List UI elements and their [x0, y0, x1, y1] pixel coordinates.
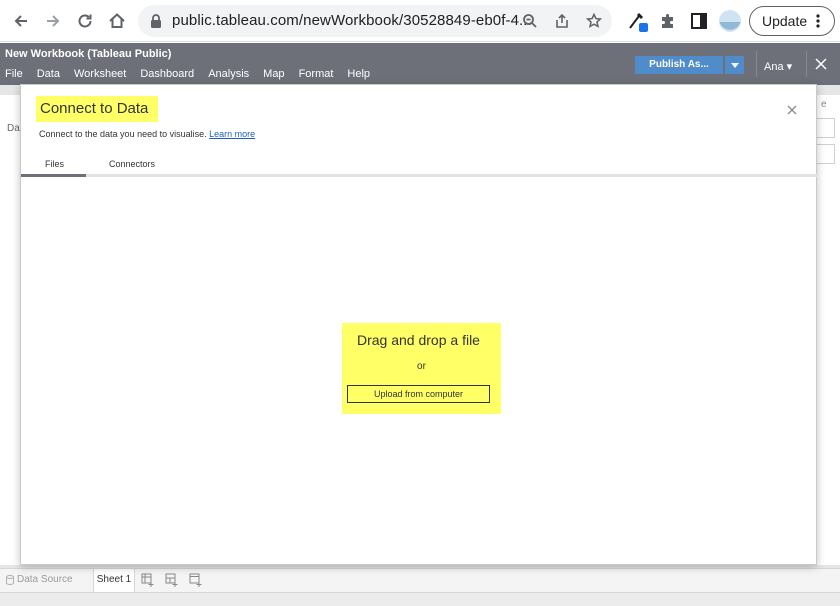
- zoom-icon[interactable]: [520, 11, 540, 31]
- menu-analysis[interactable]: Analysis: [208, 68, 249, 82]
- url-text[interactable]: public.tableau.com/newWorkbook/30528849-…: [172, 12, 532, 29]
- file-drop-zone[interactable]: Drag and drop a file or Upload from comp…: [342, 323, 501, 414]
- dialog-subtitle: Connect to the data you need to visualis…: [39, 129, 255, 139]
- menu-dashboard[interactable]: Dashboard: [140, 68, 194, 82]
- menu-worksheet[interactable]: Worksheet: [74, 68, 126, 82]
- menu-help[interactable]: Help: [347, 68, 370, 82]
- sidepanel-icon[interactable]: [687, 9, 711, 33]
- right-pane-field: [817, 144, 835, 164]
- lock-icon[interactable]: [146, 11, 166, 31]
- home-icon[interactable]: [104, 8, 130, 34]
- profile-avatar-icon[interactable]: [718, 9, 742, 33]
- right-pane-label: e: [821, 99, 827, 110]
- tab-connectors[interactable]: Connectors: [109, 159, 155, 169]
- app-title: New Workbook (Tableau Public): [5, 48, 172, 60]
- right-pane-field: [817, 118, 835, 138]
- reload-icon[interactable]: [72, 8, 98, 34]
- data-source-tab[interactable]: Data Source: [6, 574, 73, 585]
- drop-zone-or: or: [417, 361, 426, 372]
- puzzle-icon[interactable]: [656, 9, 680, 33]
- workbook-left-pane: Da: [0, 95, 20, 565]
- update-button[interactable]: Update: [749, 6, 835, 36]
- left-pane-label: Da: [7, 123, 20, 134]
- header-divider: [806, 51, 807, 77]
- close-icon[interactable]: [812, 55, 830, 73]
- kebab-menu-icon[interactable]: [816, 13, 820, 29]
- menu-map[interactable]: Map: [263, 68, 284, 82]
- star-icon[interactable]: [584, 11, 604, 31]
- publish-dropdown-button[interactable]: [725, 56, 744, 74]
- address-bar[interactable]: public.tableau.com/newWorkbook/30528849-…: [138, 5, 612, 37]
- publish-button[interactable]: Publish As...: [635, 56, 723, 74]
- new-dashboard-icon[interactable]: [165, 573, 179, 587]
- new-story-icon[interactable]: [189, 573, 203, 587]
- share-icon[interactable]: [552, 11, 572, 31]
- menu-file[interactable]: File: [5, 68, 23, 82]
- update-label: Update: [762, 13, 808, 29]
- forward-arrow-icon[interactable]: [40, 8, 66, 34]
- sheet-tab-bar: Data Source Sheet 1: [0, 568, 840, 592]
- status-bar: [0, 592, 840, 606]
- workbook-right-pane: e: [817, 95, 840, 565]
- back-arrow-icon[interactable]: [8, 8, 34, 34]
- active-tab-indicator: [21, 174, 86, 177]
- user-menu[interactable]: Ana ▾: [764, 60, 792, 73]
- eyedropper-extension-icon[interactable]: [626, 9, 650, 33]
- upload-from-computer-button[interactable]: Upload from computer: [347, 385, 490, 403]
- dialog-title: Connect to Data: [36, 96, 159, 122]
- new-worksheet-icon[interactable]: [141, 573, 155, 587]
- source-tabs: Files Connectors: [21, 155, 818, 177]
- menu-data[interactable]: Data: [37, 68, 60, 82]
- chevron-down-icon: [730, 62, 739, 68]
- menu-bar: File Data Worksheet Dashboard Analysis M…: [0, 68, 379, 82]
- database-icon: [6, 574, 14, 585]
- browser-toolbar: public.tableau.com/newWorkbook/30528849-…: [0, 0, 840, 42]
- data-source-label: Data Source: [17, 574, 73, 585]
- close-icon[interactable]: [785, 103, 799, 117]
- header-divider: [756, 51, 757, 77]
- connect-to-data-dialog: Connect to Data Connect to the data you …: [20, 84, 818, 565]
- menu-format[interactable]: Format: [299, 68, 334, 82]
- tab-files[interactable]: Files: [45, 159, 64, 169]
- learn-more-link[interactable]: Learn more: [209, 129, 255, 139]
- app-header: New Workbook (Tableau Public) File Data …: [0, 43, 840, 85]
- drop-zone-title: Drag and drop a file: [357, 332, 480, 348]
- sheet-tab[interactable]: Sheet 1: [93, 569, 135, 592]
- subtitle-text: Connect to the data you need to visualis…: [39, 129, 207, 139]
